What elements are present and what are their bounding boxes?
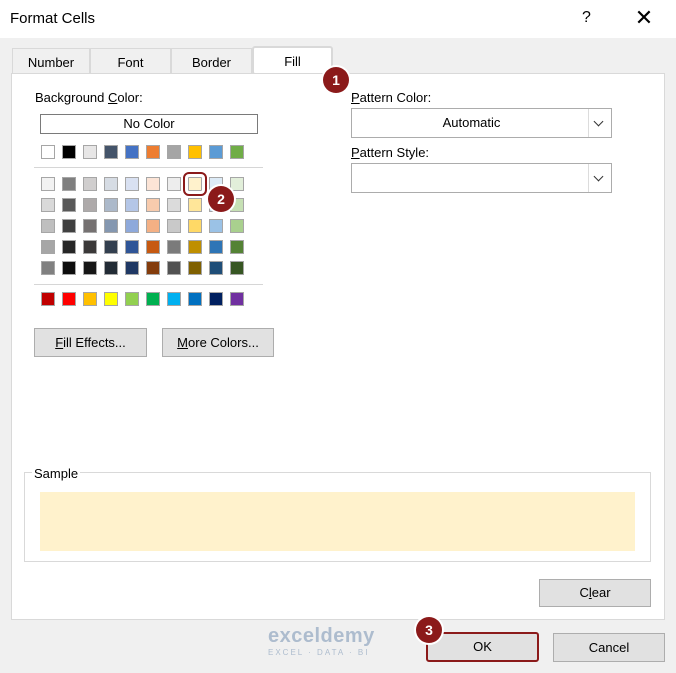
tab-border[interactable]: Border xyxy=(171,48,252,74)
step-badge-3: 3 xyxy=(416,617,442,643)
color-swatch[interactable] xyxy=(209,145,223,159)
color-swatch[interactable] xyxy=(167,261,181,275)
color-swatch[interactable] xyxy=(125,240,139,254)
color-swatch[interactable] xyxy=(146,198,160,212)
sample-label: Sample xyxy=(32,466,81,481)
fill-effects-button[interactable]: Fill Effects... xyxy=(34,328,147,357)
color-swatch[interactable] xyxy=(167,240,181,254)
color-swatch[interactable] xyxy=(146,145,160,159)
standard-color-swatch[interactable] xyxy=(209,292,223,306)
tab-fill[interactable]: Fill xyxy=(252,46,333,75)
ok-button[interactable]: OK xyxy=(426,632,539,662)
color-swatch[interactable] xyxy=(146,240,160,254)
color-swatch[interactable] xyxy=(83,219,97,233)
clear-button[interactable]: Clear xyxy=(539,579,651,607)
color-swatch[interactable] xyxy=(125,219,139,233)
color-swatch[interactable] xyxy=(188,261,202,275)
color-swatch[interactable] xyxy=(83,145,97,159)
close-icon[interactable]: ✕ xyxy=(630,5,658,33)
color-swatch[interactable] xyxy=(209,219,223,233)
color-swatch[interactable] xyxy=(230,145,244,159)
pattern-style-value xyxy=(352,164,591,192)
pattern-color-label: Pattern Color: xyxy=(351,90,432,105)
pattern-style-select[interactable] xyxy=(351,163,612,193)
tab-font[interactable]: Font xyxy=(90,48,171,74)
color-swatch[interactable] xyxy=(125,177,139,191)
color-swatch[interactable] xyxy=(209,261,223,275)
dialog-title: Format Cells xyxy=(10,10,96,27)
chevron-down-icon[interactable] xyxy=(588,109,611,137)
standard-color-swatch[interactable] xyxy=(230,292,244,306)
no-color-button[interactable]: No Color xyxy=(40,114,258,134)
format-cells-dialog: Format Cells ? ✕ Number Font Border Fill… xyxy=(0,0,676,673)
step-badge-1: 1 xyxy=(323,67,349,93)
color-swatch[interactable] xyxy=(104,219,118,233)
step-badge-2: 2 xyxy=(208,186,234,212)
color-swatch[interactable] xyxy=(230,219,244,233)
color-swatch[interactable] xyxy=(167,219,181,233)
cancel-button[interactable]: Cancel xyxy=(553,633,665,662)
standard-color-swatch[interactable] xyxy=(167,292,181,306)
standard-color-swatch[interactable] xyxy=(125,292,139,306)
color-swatch[interactable] xyxy=(41,198,55,212)
color-swatch[interactable] xyxy=(104,240,118,254)
pattern-color-value: Automatic xyxy=(442,115,501,130)
standard-color-swatch[interactable] xyxy=(83,292,97,306)
color-swatch[interactable] xyxy=(41,240,55,254)
color-swatch[interactable] xyxy=(188,219,202,233)
color-swatch[interactable] xyxy=(83,261,97,275)
color-swatch[interactable] xyxy=(62,198,76,212)
color-swatch[interactable] xyxy=(146,219,160,233)
color-swatch[interactable] xyxy=(125,145,139,159)
color-swatch[interactable] xyxy=(62,177,76,191)
standard-color-swatch[interactable] xyxy=(146,292,160,306)
color-swatch[interactable] xyxy=(146,177,160,191)
color-swatch[interactable] xyxy=(209,240,223,254)
color-swatch[interactable] xyxy=(188,198,202,212)
color-swatch[interactable] xyxy=(146,261,160,275)
tab-number[interactable]: Number xyxy=(12,48,90,74)
color-swatch-selected[interactable] xyxy=(183,172,207,196)
color-swatch[interactable] xyxy=(230,261,244,275)
color-swatch[interactable] xyxy=(62,261,76,275)
color-swatch[interactable] xyxy=(62,145,76,159)
color-swatch[interactable] xyxy=(62,219,76,233)
color-swatch[interactable] xyxy=(104,261,118,275)
chevron-down-icon[interactable] xyxy=(588,164,611,192)
background-color-label: Background Color: xyxy=(35,90,143,105)
standard-color-swatch[interactable] xyxy=(41,292,55,306)
color-swatch[interactable] xyxy=(230,240,244,254)
color-swatch[interactable] xyxy=(41,261,55,275)
color-swatch[interactable] xyxy=(188,240,202,254)
color-swatch[interactable] xyxy=(104,198,118,212)
pattern-color-select[interactable]: Automatic xyxy=(351,108,612,138)
color-swatch[interactable] xyxy=(167,145,181,159)
pattern-style-label: Pattern Style: xyxy=(351,145,430,160)
color-swatch[interactable] xyxy=(41,219,55,233)
help-button[interactable]: ? xyxy=(582,9,591,27)
color-swatch[interactable] xyxy=(104,145,118,159)
standard-color-swatch[interactable] xyxy=(62,292,76,306)
palette-divider xyxy=(34,167,263,168)
color-swatch[interactable] xyxy=(167,177,181,191)
color-swatch[interactable] xyxy=(125,261,139,275)
standard-color-swatch[interactable] xyxy=(188,292,202,306)
color-swatch[interactable] xyxy=(83,177,97,191)
title-bar xyxy=(0,0,676,38)
more-colors-button[interactable]: More Colors... xyxy=(162,328,274,357)
color-swatch[interactable] xyxy=(62,240,76,254)
sample-preview xyxy=(40,492,635,551)
color-swatch[interactable] xyxy=(104,177,118,191)
color-swatch[interactable] xyxy=(41,145,55,159)
color-swatch[interactable] xyxy=(83,240,97,254)
color-swatch[interactable] xyxy=(188,145,202,159)
palette-divider xyxy=(34,284,263,285)
color-swatch[interactable] xyxy=(167,198,181,212)
color-swatch[interactable] xyxy=(41,177,55,191)
exceldemy-watermark: exceldemy EXCEL · DATA · BI xyxy=(268,625,375,657)
color-swatch[interactable] xyxy=(125,198,139,212)
color-swatch[interactable] xyxy=(230,177,244,191)
standard-color-swatch[interactable] xyxy=(104,292,118,306)
color-swatch[interactable] xyxy=(83,198,97,212)
